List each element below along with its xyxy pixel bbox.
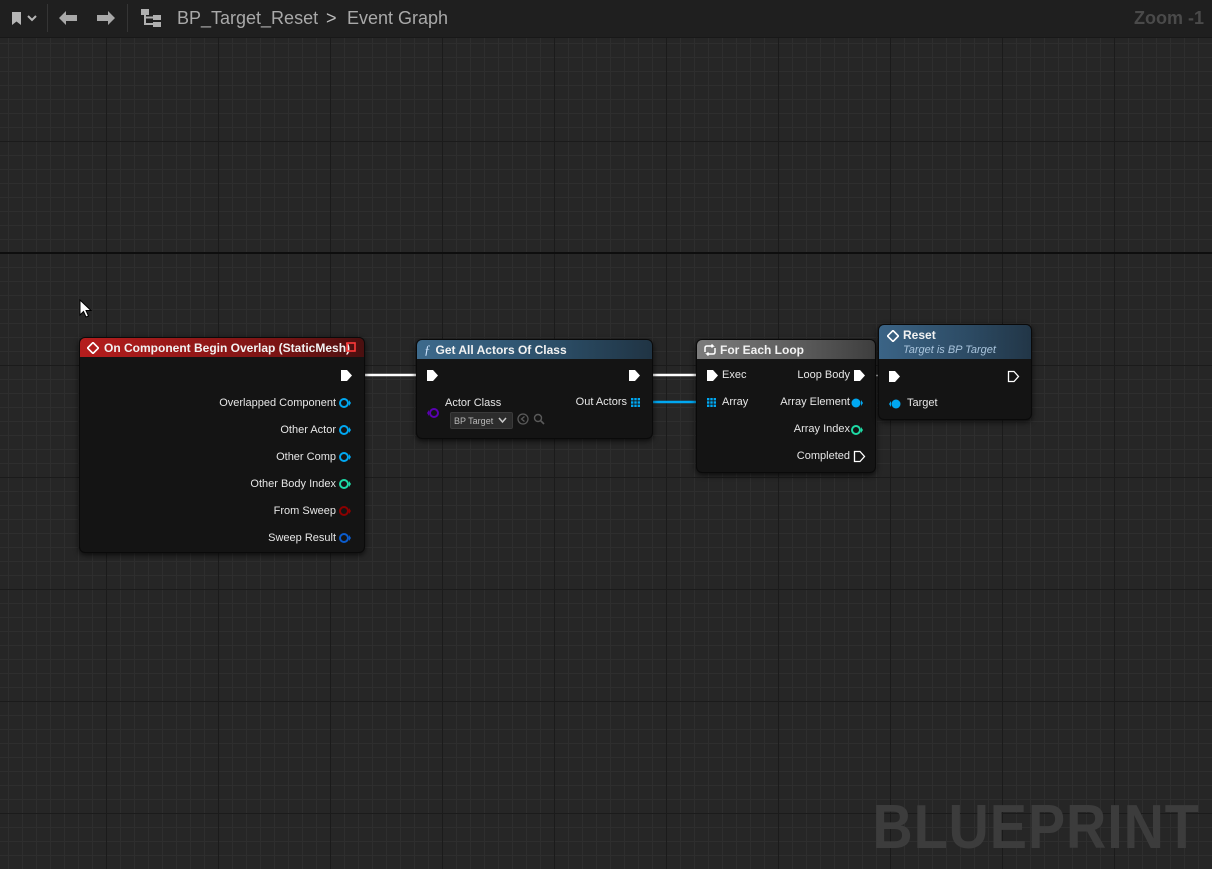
pin-label-overlapped-component: Overlapped Component xyxy=(219,397,336,409)
exec-in-pin-icon[interactable] xyxy=(426,369,439,382)
pin-label-array-index: Array Index xyxy=(793,423,850,435)
browse-asset-search-icon[interactable] xyxy=(533,413,545,425)
boolean-pin-icon[interactable] xyxy=(338,505,352,517)
pin-label-actor-class: Actor Class xyxy=(445,397,502,409)
exec-in-pin-icon[interactable] xyxy=(706,369,719,382)
reset-node-title: Reset xyxy=(903,328,936,342)
class-pin-icon[interactable] xyxy=(426,407,440,419)
get-all-actors-of-class-node[interactable]: ƒ Get All Actors Of Class Actor Class BP… xyxy=(416,339,653,439)
actor-class-value: BP Target xyxy=(454,415,494,426)
exec-out-pin-icon[interactable] xyxy=(853,369,866,382)
pin-label-sweep-result: Sweep Result xyxy=(268,532,336,544)
integer-pin-icon[interactable] xyxy=(850,424,864,436)
pin-label-out-actors: Out Actors xyxy=(575,396,627,408)
pin-label-array-element: Array Element xyxy=(780,396,850,408)
pin-label-other-comp: Other Comp xyxy=(276,451,336,463)
actor-class-dropdown[interactable]: BP Target xyxy=(450,412,513,429)
struct-pin-icon[interactable] xyxy=(338,532,352,544)
use-selected-asset-icon[interactable] xyxy=(517,413,529,425)
reset-function-node[interactable]: Reset Target is BP Target Target xyxy=(878,324,1032,420)
exec-out-pin-icon[interactable] xyxy=(340,369,353,382)
for-each-loop-node-header[interactable]: For Each Loop xyxy=(697,340,875,359)
delegate-pin-icon[interactable] xyxy=(346,342,357,353)
pin-label-from-sweep: From Sweep xyxy=(273,505,336,517)
exec-out-pin-icon[interactable] xyxy=(628,369,641,382)
event-node-header[interactable]: On Component Begin Overlap (StaticMesh) xyxy=(80,338,364,357)
pin-label-target: Target xyxy=(907,397,938,409)
mouse-cursor-icon xyxy=(79,299,93,318)
integer-pin-icon[interactable] xyxy=(338,478,352,490)
array-pin-icon[interactable] xyxy=(630,397,641,408)
object-pin-icon[interactable] xyxy=(888,398,902,410)
pin-label-exec: Exec xyxy=(722,369,747,381)
object-pin-icon[interactable] xyxy=(338,397,352,409)
chevron-down-icon xyxy=(498,417,507,424)
object-pin-icon[interactable] xyxy=(850,397,864,409)
event-diamond-icon xyxy=(886,329,900,347)
pin-label-array: Array xyxy=(722,396,749,408)
exec-out-pin-icon[interactable] xyxy=(853,450,866,463)
object-pin-icon[interactable] xyxy=(338,424,352,436)
for-each-loop-node[interactable]: For Each Loop Exec Array Loop Body Array… xyxy=(696,339,876,473)
exec-out-pin-icon[interactable] xyxy=(1007,370,1020,383)
get-all-actors-node-header[interactable]: ƒ Get All Actors Of Class xyxy=(417,340,652,359)
exec-in-pin-icon[interactable] xyxy=(888,370,901,383)
loop-icon xyxy=(704,343,716,356)
pin-label-other-actor: Other Actor xyxy=(280,424,336,436)
function-icon: ƒ xyxy=(424,341,431,357)
event-node-begin-overlap[interactable]: On Component Begin Overlap (StaticMesh) … xyxy=(79,337,365,553)
event-node-title: On Component Begin Overlap (StaticMesh) xyxy=(104,340,351,355)
for-each-loop-node-title: For Each Loop xyxy=(720,342,804,357)
object-pin-icon[interactable] xyxy=(338,451,352,463)
pin-label-other-body-index: Other Body Index xyxy=(250,478,336,490)
blueprint-watermark: BLUEPRINT xyxy=(872,793,1200,862)
pin-label-completed: Completed xyxy=(796,450,850,462)
reset-node-subtitle: Target is BP Target xyxy=(903,344,996,356)
get-all-actors-node-title: Get All Actors Of Class xyxy=(435,342,567,357)
event-diamond-icon xyxy=(87,341,99,354)
pin-label-loop-body: Loop Body xyxy=(797,369,850,381)
array-pin-icon[interactable] xyxy=(706,397,717,408)
